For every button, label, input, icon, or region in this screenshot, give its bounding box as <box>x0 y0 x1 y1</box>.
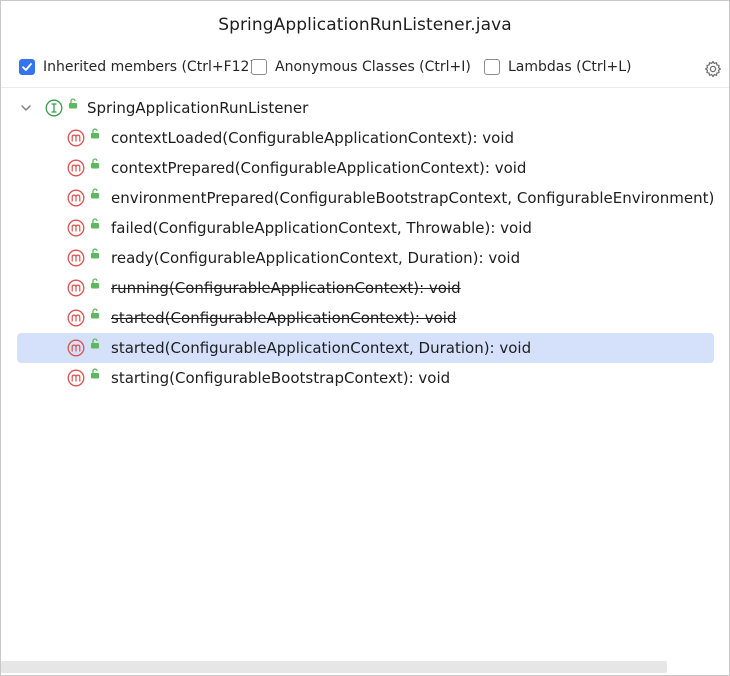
lock-open-icon <box>91 128 99 139</box>
method-label: started(ConfigurableApplicationContext, … <box>111 339 532 357</box>
lock-open-icon <box>91 278 99 289</box>
structure-popup: SpringApplicationRunListener.java Inheri… <box>0 0 730 676</box>
method-row[interactable]: failed(ConfigurableApplicationContext, T… <box>17 213 729 243</box>
anonymous-classes-checkbox[interactable]: Anonymous Classes (Ctrl+I) <box>251 59 471 75</box>
tree-root-node[interactable]: SpringApplicationRunListener <box>17 93 729 123</box>
method-row-deprecated[interactable]: started(ConfigurableApplicationContext):… <box>17 303 729 333</box>
checkbox-unchecked-icon[interactable] <box>251 59 267 75</box>
method-icon <box>67 249 85 267</box>
method-label: failed(ConfigurableApplicationContext, T… <box>111 219 532 237</box>
checkbox-checked-icon[interactable] <box>19 59 35 75</box>
inherited-members-label: Inherited members (Ctrl+F12) <box>43 59 255 75</box>
interface-icon <box>45 99 63 117</box>
checkbox-unchecked-icon[interactable] <box>484 59 500 75</box>
lock-open-icon <box>91 158 99 169</box>
window-title: SpringApplicationRunListener.java <box>218 15 512 35</box>
lock-open-icon <box>91 218 99 229</box>
method-label: started(ConfigurableApplicationContext):… <box>111 309 457 327</box>
method-label: environmentPrepared(ConfigurableBootstra… <box>111 189 715 207</box>
lock-open-icon <box>91 248 99 259</box>
structure-tree: SpringApplicationRunListener contextLoad… <box>17 93 729 393</box>
method-icon <box>67 189 85 207</box>
lambdas-checkbox[interactable]: Lambdas (Ctrl+L) <box>484 59 631 75</box>
method-icon <box>67 369 85 387</box>
method-icon <box>67 279 85 297</box>
method-row[interactable]: starting(ConfigurableBootstrapContext): … <box>17 363 729 393</box>
method-row[interactable]: ready(ConfigurableApplicationContext, Du… <box>17 243 729 273</box>
filter-toolbar: Inherited members (Ctrl+F12) Anonymous C… <box>17 57 729 81</box>
method-row[interactable]: contextLoaded(ConfigurableApplicationCon… <box>17 123 729 153</box>
method-icon <box>67 129 85 147</box>
method-label: starting(ConfigurableBootstrapContext): … <box>111 369 451 387</box>
gear-icon[interactable] <box>703 59 723 79</box>
method-icon <box>67 159 85 177</box>
method-row-deprecated[interactable]: running(ConfigurableApplicationContext):… <box>17 273 729 303</box>
tree-root-label: SpringApplicationRunListener <box>87 99 309 117</box>
lock-open-icon <box>69 98 77 109</box>
method-icon <box>67 219 85 237</box>
lock-open-icon <box>91 308 99 319</box>
method-row[interactable]: environmentPrepared(ConfigurableBootstra… <box>17 183 729 213</box>
lock-open-icon <box>91 368 99 379</box>
lambdas-label: Lambdas (Ctrl+L) <box>508 59 632 75</box>
horizontal-scrollbar[interactable] <box>1 661 667 673</box>
method-label: running(ConfigurableApplicationContext):… <box>111 279 461 297</box>
toolbar-divider <box>1 87 729 88</box>
chevron-down-icon[interactable] <box>20 102 32 114</box>
lock-open-icon <box>91 338 99 349</box>
method-label: contextLoaded(ConfigurableApplicationCon… <box>111 129 515 147</box>
method-label: contextPrepared(ConfigurableApplicationC… <box>111 159 527 177</box>
inherited-members-checkbox[interactable]: Inherited members (Ctrl+F12) <box>19 59 255 75</box>
method-icon <box>67 339 85 357</box>
method-icon <box>67 309 85 327</box>
method-row[interactable]: contextPrepared(ConfigurableApplicationC… <box>17 153 729 183</box>
method-row-selected[interactable]: started(ConfigurableApplicationContext, … <box>17 333 714 363</box>
anonymous-classes-label: Anonymous Classes (Ctrl+I) <box>275 59 471 75</box>
lock-open-icon <box>91 188 99 199</box>
method-label: ready(ConfigurableApplicationContext, Du… <box>111 249 521 267</box>
